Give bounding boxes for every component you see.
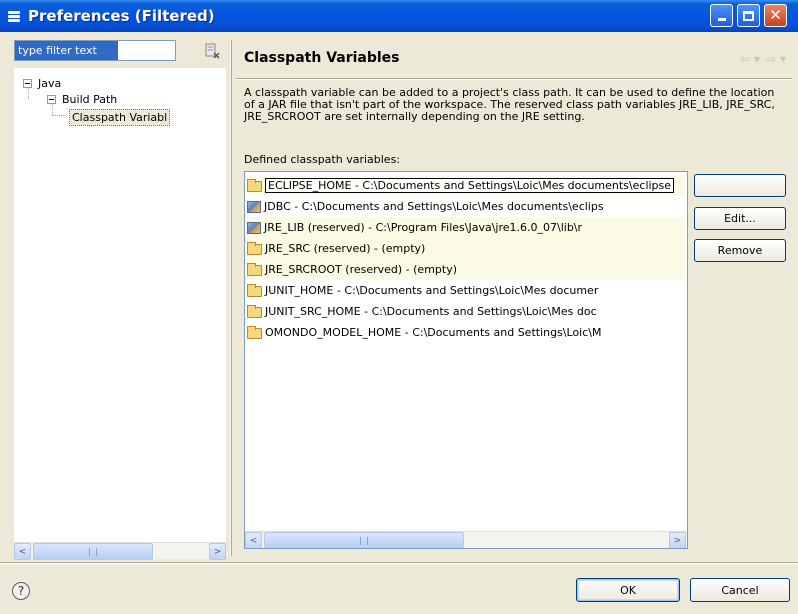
tree-item-build-path[interactable]: Build Path (47, 93, 117, 106)
scroll-left-icon[interactable]: < (245, 532, 262, 548)
preference-tree: Java Build Path Classpath Variabl (14, 68, 226, 544)
history-navigation: ⇦ ▾ ⇨ ▾ (740, 52, 786, 66)
help-icon[interactable]: ? (12, 582, 30, 600)
scroll-right-icon[interactable]: > (209, 543, 226, 560)
clear-filter-icon[interactable] (204, 43, 220, 59)
preferences-icon (6, 8, 22, 24)
list-horizontal-scrollbar[interactable]: < > (245, 531, 687, 548)
preference-page: Classpath Variables ⇦ ▾ ⇨ ▾ A classpath … (236, 40, 792, 556)
list-item[interactable]: JRE_SRCROOT (reserved) - (empty) (247, 259, 685, 280)
list-item-text: JUNIT_HOME - C:\Documents and Settings\L… (265, 284, 599, 297)
folder-icon (247, 326, 262, 339)
list-item[interactable]: OMONDO_MODEL_HOME - C:\Documents and Set… (247, 322, 687, 343)
minimize-icon (717, 18, 726, 21)
folder-icon (247, 179, 262, 192)
list-item-text: JRE_LIB (reserved) - C:\Program Files\Ja… (264, 221, 583, 234)
jar-icon (247, 221, 261, 234)
bottom-separator (0, 562, 798, 564)
tree-item-classpath-variables[interactable]: Classpath Variabl (69, 109, 171, 126)
title-separator (236, 78, 792, 80)
variables-list-label: Defined classpath variables: (244, 153, 401, 166)
list-item-text: JRE_SRC (reserved) - (empty) (265, 242, 426, 255)
folder-icon (247, 284, 262, 297)
folder-icon (247, 263, 262, 276)
minimize-button[interactable] (710, 4, 733, 27)
folder-icon (247, 305, 262, 318)
collapse-icon[interactable] (23, 79, 32, 88)
back-arrow-icon[interactable]: ⇦ ▾ (740, 52, 760, 66)
maximize-icon (743, 10, 754, 21)
tree-horizontal-scrollbar[interactable]: < > (14, 542, 226, 560)
list-item[interactable]: ECLIPSE_HOME - C:\Documents and Settings… (247, 175, 685, 196)
edit-button[interactable]: Edit... (694, 207, 786, 230)
title-bar: Preferences (Filtered) ✕ (0, 0, 798, 32)
page-title: Classpath Variables (244, 50, 400, 66)
list-item-text: JRE_SRCROOT (reserved) - (empty) (265, 263, 458, 276)
classpath-variables-list[interactable]: ECLIPSE_HOME - C:\Documents and Settings… (244, 171, 688, 549)
scroll-thumb[interactable] (264, 532, 464, 548)
scroll-thumb[interactable] (33, 543, 153, 560)
tree-item-label: Java (38, 77, 62, 90)
filter-input[interactable] (14, 40, 176, 61)
scroll-right-icon[interactable]: > (669, 532, 686, 548)
scroll-left-icon[interactable]: < (14, 543, 31, 560)
folder-icon (247, 242, 262, 255)
list-item[interactable]: JRE_LIB (reserved) - C:\Program Files\Ja… (247, 217, 685, 238)
list-item[interactable]: JRE_SRC (reserved) - (empty) (247, 238, 685, 259)
pane-divider[interactable] (230, 40, 232, 556)
page-description: A classpath variable can be added to a p… (244, 86, 775, 123)
tree-item-label: Classpath Variabl (69, 109, 171, 126)
ok-button[interactable]: OK (576, 578, 680, 602)
cancel-button[interactable]: Cancel (690, 578, 790, 602)
list-item[interactable]: JUNIT_HOME - C:\Documents and Settings\L… (247, 280, 687, 301)
jar-icon (247, 200, 261, 213)
maximize-button[interactable] (737, 4, 760, 27)
list-item-text: OMONDO_MODEL_HOME - C:\Documents and Set… (265, 326, 602, 339)
forward-arrow-icon[interactable]: ⇨ ▾ (766, 52, 786, 66)
window-title: Preferences (Filtered) (28, 7, 215, 25)
tree-item-java[interactable]: Java (23, 77, 61, 90)
list-item[interactable]: JDBC - C:\Documents and Settings\Loic\Me… (247, 196, 687, 217)
close-icon: ✕ (769, 6, 782, 24)
list-item-text: ECLIPSE_HOME - C:\Documents and Settings… (265, 178, 675, 193)
remove-button[interactable]: Remove (694, 239, 786, 262)
list-item-text: JDBC - C:\Documents and Settings\Loic\Me… (264, 200, 604, 213)
list-item[interactable]: JUNIT_SRC_HOME - C:\Documents and Settin… (247, 301, 687, 322)
navigation-pane: Java Build Path Classpath Variabl < > (14, 40, 226, 560)
collapse-icon[interactable] (47, 95, 56, 104)
new-button[interactable] (694, 174, 786, 197)
close-button[interactable]: ✕ (764, 4, 787, 27)
tree-item-label: Build Path (62, 93, 118, 106)
list-item-text: JUNIT_SRC_HOME - C:\Documents and Settin… (265, 305, 597, 318)
